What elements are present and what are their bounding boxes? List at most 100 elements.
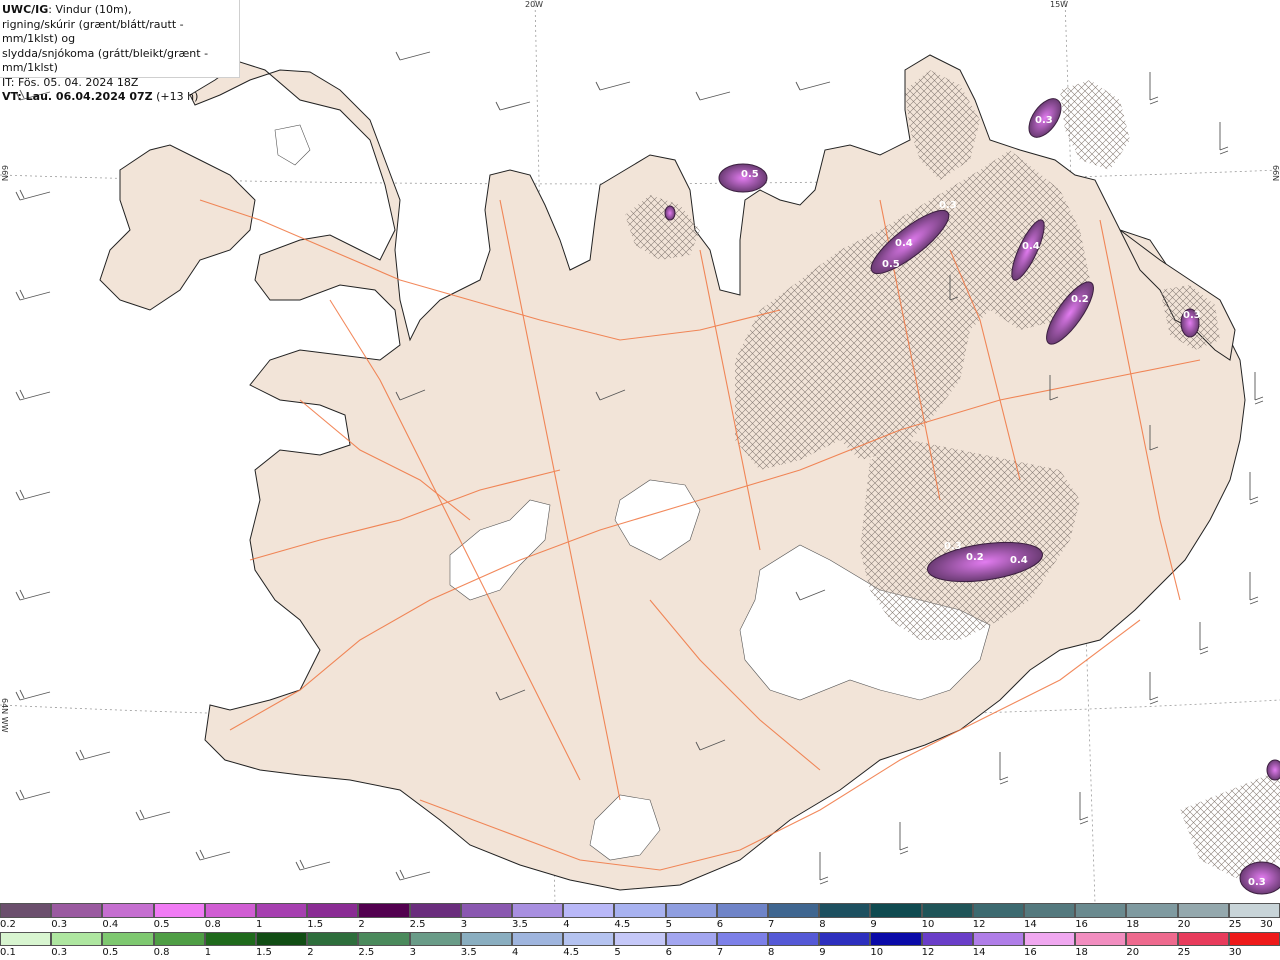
legend-rain-label: 3.5: [460, 947, 477, 958]
legend-snow-swatch: [972, 903, 1025, 918]
legend-rain-label: 20: [1126, 947, 1140, 958]
legend-snow-label: 6: [716, 919, 724, 930]
legend-rain-swatch: [51, 932, 103, 946]
precip-label: 0.5: [741, 169, 759, 180]
legend-rain-swatch: [460, 932, 513, 946]
legend-rain-swatch: [153, 932, 205, 946]
legend-snow-label: 30: [1260, 919, 1273, 930]
legend-rain-label: 7: [716, 947, 724, 958]
lat-label-66n-left: 66N: [0, 165, 9, 182]
precip-label: 0.2: [966, 552, 984, 563]
legend-snow-label: 0.2: [0, 919, 16, 930]
legend-snow-swatch: [1075, 903, 1127, 918]
legend-rain-swatch: [870, 932, 922, 946]
legend-rain-swatch: [409, 932, 461, 946]
title-line2: rigning/skúrir (grænt/blátt/rautt - mm/1…: [2, 17, 184, 46]
lat-label-66n-right: 66N: [1271, 165, 1280, 182]
legend-rain-label: 4: [512, 947, 519, 958]
legend-snow-label: 4: [563, 919, 570, 930]
legend-snow-label: 25: [1228, 919, 1242, 930]
legend-snow-swatch: [665, 903, 717, 918]
legend-rain-swatch: [358, 932, 410, 946]
legend-snow-label: 0.4: [102, 919, 119, 930]
legend-rain-labels: 0.1 0.3 0.5 0.8 1 1.5 2 2.5 3 3.5 4 4.5 5 6 7 8 9 10 12 14 1…: [0, 947, 1280, 959]
legend-rain-label: 18: [1075, 947, 1088, 958]
map-title-box: UWC/IG: Vindur (10m), rigning/skúrir (gr…: [0, 0, 240, 103]
legend-snow-swatch: [409, 903, 461, 918]
legend-snow-label: 2: [358, 919, 365, 930]
precip-label: 0.3: [1183, 310, 1201, 321]
legend-snow-swatch: [716, 903, 769, 918]
legend-rain-swatch: [972, 932, 1025, 946]
legend-snow-swatch: [921, 903, 973, 918]
legend-snow-swatch: [102, 903, 154, 918]
legend-snow-swatch: [614, 903, 666, 918]
weather-map: 0.5 0.3 0.4 0.5 0.3 0.4 0.2 0.3 0.3 0.2 …: [0, 0, 1280, 903]
legend-snow-swatch: [204, 903, 257, 918]
legend-snow-colorbar: [0, 903, 1280, 918]
legend-snow-label: 10: [921, 919, 935, 930]
legend-rain-label: 10: [870, 947, 884, 958]
precip-label: 0.3: [939, 200, 957, 211]
precip-label: 0.2: [1071, 294, 1089, 305]
legend-rain-swatch: [1075, 932, 1127, 946]
legend-rain-swatch: [819, 932, 871, 946]
lead-time: (+13 h): [152, 90, 199, 103]
legend-snow-label: 3.5: [512, 919, 528, 930]
legend-rain-swatch: [1024, 932, 1076, 946]
legend-snow-label: 7: [768, 919, 775, 930]
legend-snow-swatch: [563, 903, 615, 918]
legend-rain-swatch: [1177, 932, 1229, 946]
legend-snow-swatch: [256, 903, 308, 918]
legend-snow-label: 1.5: [307, 919, 324, 930]
lon-label-15w: 15W: [1050, 0, 1069, 9]
legend-rain-colorbar: [0, 932, 1280, 946]
legend-snow-label: 0.5: [153, 919, 170, 930]
model-name: UWC/IG: [2, 3, 49, 16]
legend-snow-swatch: [1177, 903, 1229, 918]
legend-rain-swatch: [512, 932, 564, 946]
legend-snow-label: 2.5: [409, 919, 426, 930]
legend-rain-label: 5: [614, 947, 621, 958]
legend-snow-swatch: [460, 903, 513, 918]
legend-rain-swatch: [768, 932, 820, 946]
title-desc: : Vindur (10m),: [48, 3, 132, 16]
legend-snow-swatch: [1126, 903, 1178, 918]
legend-snow-label: 14: [1024, 919, 1037, 930]
legend-rain-swatch: [563, 932, 615, 946]
legend-rain-label: 0.8: [153, 947, 170, 958]
legend-rain-label: 14: [972, 947, 986, 958]
legend-rain-label: 6: [665, 947, 672, 958]
legend-snow-swatch: [512, 903, 564, 918]
legend-rain-label: 2: [307, 947, 314, 958]
legend-snow-label: 3: [460, 919, 468, 930]
legend-snow-swatch: [358, 903, 410, 918]
legend-rain-swatch: [921, 932, 973, 946]
legend-snow-label: 1: [256, 919, 263, 930]
precip-label: 0.5: [882, 259, 900, 270]
legend-rain-label: 1.5: [256, 947, 272, 958]
lat-label-64n-left: 64N WW: [0, 698, 9, 733]
iceland-landmass: [99, 54, 1246, 891]
legend-rain-swatch: [716, 932, 769, 946]
legend-rain-swatch: [665, 932, 717, 946]
legend-rain-label: 30: [1228, 947, 1242, 958]
legend-snow-swatch: [1228, 903, 1280, 918]
legend-snow-swatch: [768, 903, 820, 918]
legend-rain-swatch: [102, 932, 154, 946]
precip-label: 0.4: [895, 238, 913, 249]
legend-snow-labels: 0.2 0.3 0.4 0.5 0.8 1 1.5 2 2.5 3 3.5 4 4.5 5 6 7 8 9 10 12…: [0, 919, 1280, 931]
title-line3: slydda/snjókoma (grátt/bleikt/grænt - mm…: [2, 46, 209, 75]
legend-rain-swatch: [0, 932, 52, 946]
legend-rain-label: 1: [204, 947, 212, 958]
legend-rain-swatch: [204, 932, 257, 946]
precip-label: 0.4: [1010, 555, 1028, 566]
legend-snow-label: 16: [1075, 919, 1088, 930]
legend-snow-label: 18: [1126, 919, 1140, 930]
legend-rain-label: 2.5: [358, 947, 375, 958]
lon-label-20w: 20W: [525, 0, 544, 9]
legend-rain-label: 16: [1024, 947, 1037, 958]
legend-rain-label: 4.5: [563, 947, 580, 958]
legend-rain-label: 25: [1177, 947, 1191, 958]
legend-rain-label: 0.3: [51, 947, 68, 958]
